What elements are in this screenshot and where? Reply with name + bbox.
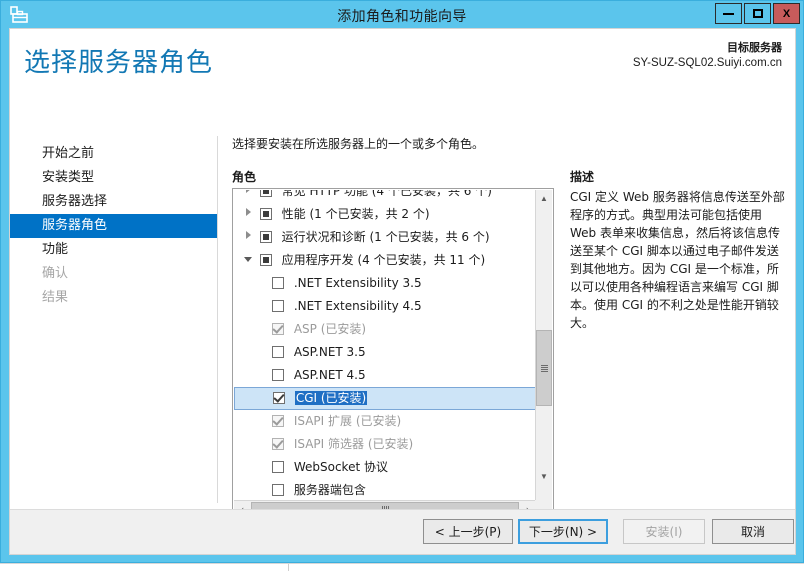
tree-item-label: ISAPI 筛选器 (已安装) xyxy=(293,437,414,451)
table-row: ISAPI 筛选器 (已安装) xyxy=(234,433,536,456)
taskbar-edge xyxy=(0,563,804,571)
checkbox-checked-disabled xyxy=(272,438,284,450)
cancel-button[interactable]: 取消 xyxy=(712,519,794,544)
next-button[interactable]: 下一步(N) > xyxy=(518,519,608,544)
scroll-down-arrow-icon[interactable]: ▼ xyxy=(536,468,552,485)
roles-tree-viewport: 常见 HTTP 功能 (4 个已安装，共 6 个) 性能 (1 个已安装，共 2… xyxy=(234,190,536,502)
tree-item-label: .NET Extensibility 3.5 xyxy=(293,276,422,290)
tree-item-label: 性能 (1 个已安装，共 2 个) xyxy=(281,207,430,221)
close-button[interactable]: X xyxy=(773,3,800,24)
table-row[interactable]: WebSocket 协议 xyxy=(234,456,536,479)
table-row[interactable]: 常见 HTTP 功能 (4 个已安装，共 6 个) xyxy=(234,190,536,203)
page-content: 选择要安装在所选服务器上的一个或多个角色。 角色 描述 常见 HTTP 功能 (… xyxy=(224,92,795,519)
table-row[interactable]: 服务器端包含 xyxy=(234,479,536,502)
table-row[interactable]: ASP.NET 4.5 xyxy=(234,364,536,387)
checkbox-unchecked[interactable] xyxy=(272,277,284,289)
chevron-down-icon[interactable] xyxy=(240,249,256,272)
page-header: 选择服务器角色 目标服务器 SY-SUZ-SQL02.Suiyi.com.cn xyxy=(10,29,795,92)
checkbox-partial[interactable] xyxy=(259,208,272,220)
chevron-right-icon[interactable] xyxy=(240,203,256,226)
table-row[interactable]: 运行状况和诊断 (1 个已安装，共 6 个) xyxy=(234,226,536,249)
previous-button[interactable]: < 上一步(P) xyxy=(423,519,513,544)
chevron-right-icon[interactable] xyxy=(240,226,256,249)
table-row-selected[interactable]: CGI (已安装) xyxy=(234,387,536,410)
checkbox-unchecked[interactable] xyxy=(272,346,284,358)
tree-item-label: 运行状况和诊断 (1 个已安装，共 6 个) xyxy=(281,230,490,244)
checkbox-partial[interactable] xyxy=(259,254,272,266)
roles-section-label: 角色 xyxy=(232,170,257,184)
vertical-scrollbar[interactable]: ▲ ▼ xyxy=(535,190,552,502)
checkbox-checked-disabled xyxy=(272,415,284,427)
maximize-button[interactable] xyxy=(744,3,771,24)
checkbox-unchecked[interactable] xyxy=(272,461,284,473)
scroll-up-arrow-icon[interactable]: ▲ xyxy=(536,190,552,207)
window-title-bar: 添加角色和功能向导 X xyxy=(1,1,803,28)
tree-item-label: 应用程序开发 (4 个已安装，共 11 个) xyxy=(281,253,486,267)
sidebar-divider xyxy=(217,136,218,503)
tree-item-label: .NET Extensibility 4.5 xyxy=(293,299,422,313)
table-row: ASP (已安装) xyxy=(234,318,536,341)
wizard-client-area: 选择服务器角色 目标服务器 SY-SUZ-SQL02.Suiyi.com.cn … xyxy=(9,28,796,555)
tree-item-label: ISAPI 扩展 (已安装) xyxy=(293,414,402,428)
window-controls: X xyxy=(713,3,800,24)
install-button: 安装(I) xyxy=(623,519,705,544)
sidebar-item-server-selection[interactable]: 服务器选择 xyxy=(10,190,217,214)
table-row[interactable]: 性能 (1 个已安装，共 2 个) xyxy=(234,203,536,226)
chevron-right-icon[interactable] xyxy=(240,190,256,203)
roles-tree-listbox[interactable]: 常见 HTTP 功能 (4 个已安装，共 6 个) 性能 (1 个已安装，共 2… xyxy=(232,188,554,519)
wizard-navigation-sidebar: 开始之前 安装类型 服务器选择 服务器角色 功能 确认 结果 xyxy=(10,92,217,509)
tree-item-label: CGI (已安装) xyxy=(294,391,368,405)
tree-item-label: 常见 HTTP 功能 (4 个已安装，共 6 个) xyxy=(281,190,492,198)
add-roles-and-features-wizard-window: 添加角色和功能向导 X 选择服务器角色 目标服务器 SY-SUZ-SQL02.S… xyxy=(0,0,804,563)
wizard-footer: < 上一步(P) 下一步(N) > 安装(I) 取消 xyxy=(10,509,795,554)
checkbox-checked-disabled xyxy=(272,323,284,335)
sidebar-item-before-you-begin[interactable]: 开始之前 xyxy=(10,142,217,166)
table-row: ISAPI 扩展 (已安装) xyxy=(234,410,536,433)
instruction-text: 选择要安装在所选服务器上的一个或多个角色。 xyxy=(232,137,485,151)
scrollbar-grip-icon xyxy=(540,364,548,372)
table-row[interactable]: .NET Extensibility 4.5 xyxy=(234,295,536,318)
description-section-label: 描述 xyxy=(570,170,595,184)
sidebar-item-confirmation: 确认 xyxy=(42,266,69,281)
desktop-background: 添加角色和功能向导 X 选择服务器角色 目标服务器 SY-SUZ-SQL02.S… xyxy=(0,0,804,571)
checkbox-unchecked[interactable] xyxy=(272,300,284,312)
tree-item-label: ASP.NET 4.5 xyxy=(293,368,366,382)
sidebar-item-results: 结果 xyxy=(42,290,69,305)
sidebar-item-installation-type[interactable]: 安装类型 xyxy=(10,166,217,190)
sidebar-item-features[interactable]: 功能 xyxy=(10,238,217,262)
target-server-label: 目标服务器 xyxy=(727,42,782,54)
tree-item-label: 服务器端包含 xyxy=(293,483,366,497)
wizard-body: 开始之前 安装类型 服务器选择 服务器角色 功能 确认 结果 选择要安装在所选服… xyxy=(10,92,795,519)
checkbox-unchecked[interactable] xyxy=(272,484,284,496)
sidebar-item-server-roles[interactable]: 服务器角色 xyxy=(10,214,217,238)
checkbox-unchecked[interactable] xyxy=(272,369,284,381)
minimize-button[interactable] xyxy=(715,3,742,24)
page-title: 选择服务器角色 xyxy=(24,48,214,78)
tree-item-label: ASP (已安装) xyxy=(293,322,367,336)
tree-item-label: ASP.NET 3.5 xyxy=(293,345,366,359)
table-row[interactable]: ASP.NET 3.5 xyxy=(234,341,536,364)
checkbox-checked[interactable] xyxy=(273,392,285,404)
description-text: CGI 定义 Web 服务器将信息传送至外部程序的方式。典型用法可能包括使用 W… xyxy=(570,190,785,330)
checkbox-partial[interactable] xyxy=(259,190,272,197)
checkbox-partial[interactable] xyxy=(259,231,272,243)
vertical-scrollbar-thumb[interactable] xyxy=(536,330,552,406)
window-title: 添加角色和功能向导 xyxy=(337,9,467,25)
table-row[interactable]: 应用程序开发 (4 个已安装，共 11 个) xyxy=(234,249,536,272)
roles-tree-list: 常见 HTTP 功能 (4 个已安装，共 6 个) 性能 (1 个已安装，共 2… xyxy=(234,190,536,502)
target-server-block: 目标服务器 SY-SUZ-SQL02.Suiyi.com.cn xyxy=(633,39,782,69)
table-row[interactable]: .NET Extensibility 3.5 xyxy=(234,272,536,295)
tree-item-label: WebSocket 协议 xyxy=(293,460,388,474)
target-server-name: SY-SUZ-SQL02.Suiyi.com.cn xyxy=(632,57,782,69)
